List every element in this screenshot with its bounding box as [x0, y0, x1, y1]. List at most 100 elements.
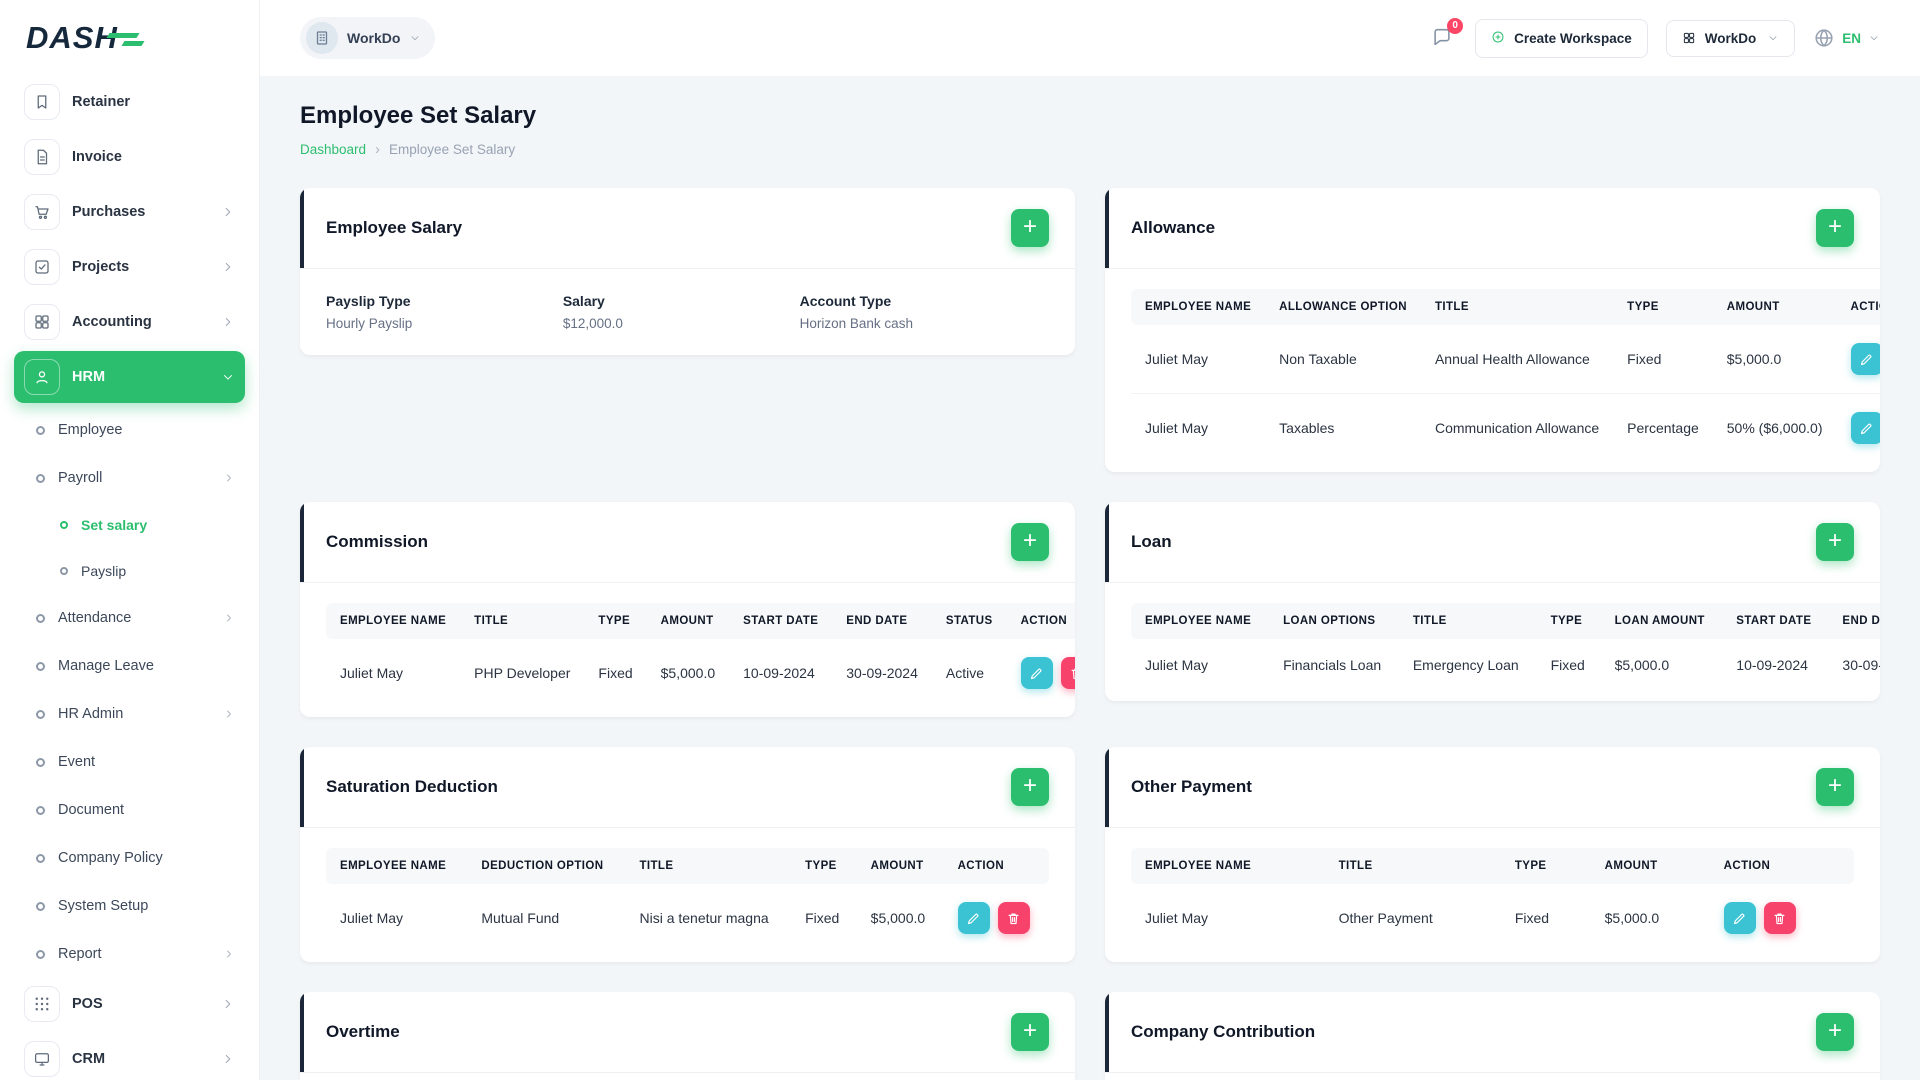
circle-bullet-icon: [36, 473, 45, 483]
payslip-type-field: Payslip Type Hourly Payslip: [326, 293, 543, 331]
card-header: Other Payment: [1105, 747, 1880, 828]
grid-icon: [24, 304, 60, 340]
table-cell: Fixed: [598, 665, 633, 681]
add-commission-button[interactable]: [1011, 523, 1049, 561]
pencil-icon: [1859, 352, 1874, 367]
circle-bullet-icon: [36, 805, 45, 815]
chevron-separator-icon: [375, 141, 380, 158]
sidebar-item-hr-admin[interactable]: HR Admin: [14, 690, 245, 738]
sidebar-item-set-salary[interactable]: Set salary: [14, 502, 245, 548]
pencil-icon: [1732, 911, 1747, 926]
chevron-right-icon: [221, 315, 235, 329]
edit-button[interactable]: [957, 902, 990, 934]
edit-button[interactable]: [1020, 657, 1053, 689]
brand-logo[interactable]: DASH: [14, 0, 245, 76]
plus-circle-icon: [1491, 30, 1505, 47]
sidebar-item-label: Purchases: [72, 204, 146, 220]
sidebar-item-payslip[interactable]: Payslip: [14, 548, 245, 594]
sidebar-item-employee[interactable]: Employee: [14, 406, 245, 454]
chevron-right-icon: [221, 205, 235, 219]
sidebar-item-retainer[interactable]: Retainer: [14, 76, 245, 128]
column-header: DEDUCTION OPTION: [467, 848, 626, 884]
sidebar-item-document[interactable]: Document: [14, 786, 245, 834]
sidebar-item-report[interactable]: Report: [14, 930, 245, 978]
breadcrumb-dashboard-link[interactable]: Dashboard: [300, 142, 366, 157]
messages-badge: 0: [1447, 17, 1464, 34]
card-title: Company Contribution: [1131, 1022, 1316, 1041]
field-value: $12,000.0: [562, 316, 623, 331]
column-header: TITLE: [625, 848, 792, 884]
sidebar-item-event[interactable]: Event: [14, 738, 245, 786]
workspace-switcher[interactable]: WorkDo: [300, 17, 436, 59]
sidebar-item-label: Payroll: [58, 470, 103, 486]
table-cell: $5,000.0: [1604, 910, 1660, 926]
sidebar-item-pos[interactable]: POS: [14, 978, 245, 1030]
user-icon: [24, 359, 60, 395]
trash-icon: [1006, 911, 1021, 926]
table-container: EMPLOYEE NAME TITLE TYPE AMOUNT START DA…: [300, 583, 1075, 717]
table-cell: Percentage: [1627, 420, 1699, 436]
circle-bullet-icon: [36, 853, 45, 863]
cart-icon: [24, 194, 60, 230]
table-cell: 10-09-2024: [743, 665, 815, 681]
salary-field: Salary $12,000.0: [563, 293, 780, 331]
card-header: Saturation Deduction: [300, 747, 1075, 828]
circle-bullet-icon: [36, 425, 45, 435]
table-cell: Emergency Loan: [1412, 657, 1519, 673]
sidebar-item-invoice[interactable]: Invoice: [14, 131, 245, 183]
add-overtime-button[interactable]: [1011, 1013, 1049, 1051]
topbar-right: 0 Create Workspace WorkDo EN: [1427, 17, 1880, 58]
add-saturation-deduction-button[interactable]: [1011, 768, 1049, 806]
page-title: Employee Set Salary: [300, 102, 537, 129]
delete-button[interactable]: [997, 902, 1030, 934]
sidebar-item-purchases[interactable]: Purchases: [14, 186, 245, 238]
allowance-card: Allowance EMPLOYEE NAME ALLOWANCE OPTION…: [1105, 188, 1880, 472]
add-other-payment-button[interactable]: [1816, 768, 1854, 806]
add-employee-salary-button[interactable]: [1011, 209, 1049, 247]
commission-table: EMPLOYEE NAME TITLE TYPE AMOUNT START DA…: [326, 603, 1075, 707]
messages-button[interactable]: 0: [1427, 17, 1464, 55]
add-loan-button[interactable]: [1816, 523, 1854, 561]
table-cell: $5,000.0: [1712, 325, 1837, 394]
card-header: Loan: [1105, 502, 1880, 583]
chevron-right-icon: [223, 612, 235, 624]
delete-button[interactable]: [1763, 902, 1796, 934]
add-allowance-button[interactable]: [1816, 209, 1854, 247]
field-label: Payslip Type: [326, 293, 411, 309]
delete-button[interactable]: [1060, 657, 1075, 689]
sidebar-item-label: Retainer: [72, 94, 131, 110]
language-selector[interactable]: EN: [1813, 27, 1880, 49]
card-title: Saturation Deduction: [326, 777, 498, 796]
edit-button[interactable]: [1850, 343, 1880, 375]
sidebar-item-accounting[interactable]: Accounting: [14, 296, 245, 348]
sidebar-item-system-setup[interactable]: System Setup: [14, 882, 245, 930]
edit-button[interactable]: [1723, 902, 1756, 934]
add-company-contribution-button[interactable]: [1816, 1013, 1854, 1051]
column-header: TITLE: [1398, 603, 1537, 639]
sidebar-item-projects[interactable]: Projects: [14, 241, 245, 293]
edit-button[interactable]: [1850, 412, 1880, 444]
sidebar-item-label: Event: [58, 754, 96, 770]
table-cell: 50% ($6,000.0): [1726, 420, 1823, 436]
sidebar-item-crm[interactable]: CRM: [14, 1033, 245, 1080]
workdo-menu-button[interactable]: WorkDo: [1665, 19, 1796, 57]
saturation-deduction-card: Saturation Deduction EMPLOYEE NAME DEDUC…: [300, 747, 1075, 962]
create-workspace-button[interactable]: Create Workspace: [1475, 18, 1648, 58]
column-header: START DATE: [729, 603, 833, 639]
column-header: ACTION: [1006, 603, 1075, 639]
card-header: Allowance: [1105, 188, 1880, 269]
chevron-right-icon: [221, 1052, 235, 1066]
sidebar-item-attendance[interactable]: Attendance: [14, 594, 245, 642]
language-label: EN: [1842, 30, 1861, 46]
sidebar-item-company-policy[interactable]: Company Policy: [14, 834, 245, 882]
sidebar-item-label: Projects: [72, 259, 130, 275]
field-value: Horizon Bank cash: [799, 316, 913, 331]
sidebar-item-hrm[interactable]: HRM: [14, 351, 245, 403]
table-cell: 30-09-2024: [1842, 657, 1880, 673]
sidebar-item-manage-leave[interactable]: Manage Leave: [14, 642, 245, 690]
table-cell: Annual Health Allowance: [1420, 325, 1614, 394]
table-row: Juliet May Other Payment Fixed $5,000.0: [1131, 884, 1854, 952]
sidebar-item-label: Document: [58, 802, 125, 818]
sidebar-item-payroll[interactable]: Payroll: [14, 454, 245, 502]
allowance-table: EMPLOYEE NAME ALLOWANCE OPTION TITLE TYP…: [1131, 289, 1880, 462]
